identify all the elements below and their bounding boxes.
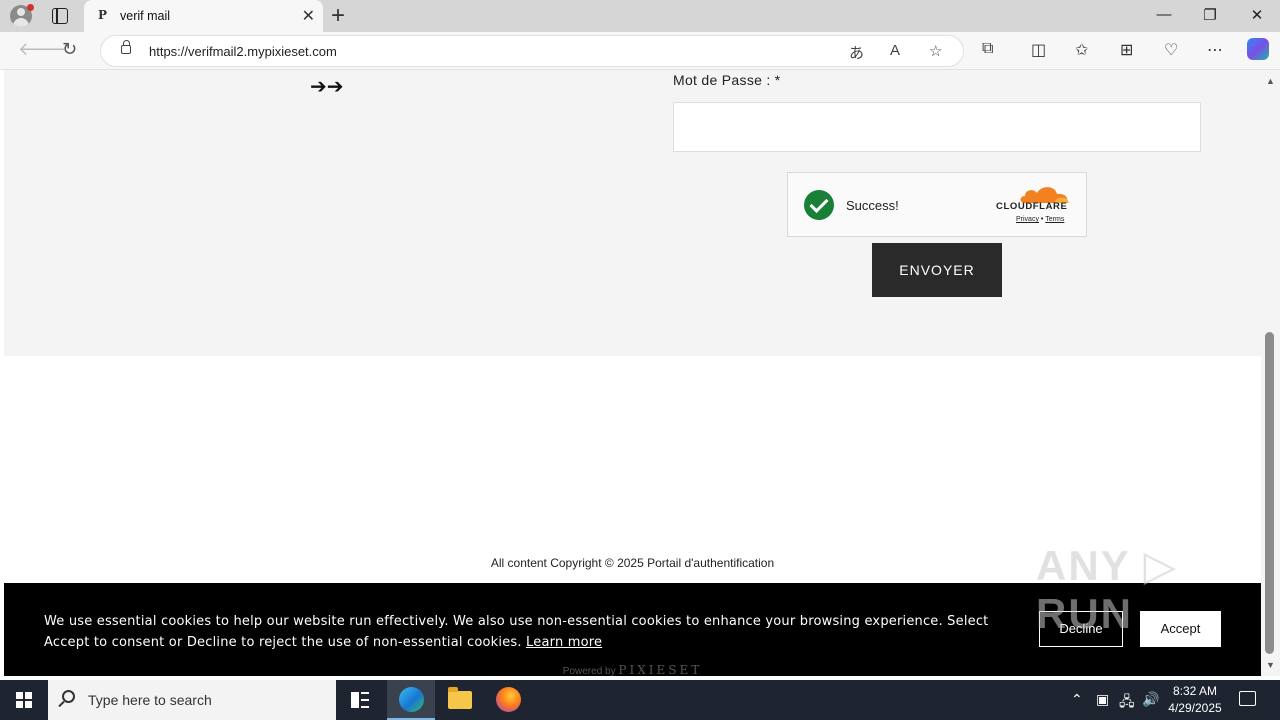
url-text[interactable]: https://verifmail2.mypixieset.com (149, 44, 337, 59)
notification-center-icon[interactable] (1239, 691, 1256, 706)
favorite-star-icon[interactable]: ☆ (929, 42, 942, 60)
pixieset-favicon-icon: P (98, 8, 108, 22)
network-icon[interactable]: 🖧 (1119, 691, 1135, 715)
taskbar-edge[interactable] (387, 680, 435, 720)
firefox-icon (496, 687, 521, 712)
password-label: Mot de Passe : * (673, 72, 781, 88)
folder-icon (448, 687, 472, 709)
copilot-icon[interactable] (1247, 38, 1269, 60)
password-input[interactable] (673, 102, 1201, 152)
powered-prefix: Powered by (562, 666, 619, 676)
lock-icon[interactable] (121, 40, 131, 54)
volume-icon[interactable]: 🔊 (1142, 691, 1159, 708)
address-bar[interactable]: https://verifmail2.mypixieset.com あ A ☆ (100, 35, 964, 67)
clock-date: 4/29/2025 (1168, 701, 1222, 715)
task-view-icon (351, 692, 369, 708)
extensions-icon[interactable]: ⧉ (982, 40, 993, 58)
collections-icon[interactable]: ⊞ (1120, 40, 1133, 60)
browser-tab-bar: P verif mail ✕ + — ❐ ✕ (0, 0, 1280, 32)
browser-essentials-icon[interactable]: ♡ (1164, 40, 1178, 60)
read-aloud-icon[interactable]: A (890, 42, 900, 59)
anyrun-watermark: ANY ▷ RUN (1036, 542, 1178, 637)
back-arrow-icon[interactable]: 🡐 (18, 39, 66, 60)
minimize-button[interactable]: — (1141, 6, 1187, 23)
envoyer-button[interactable]: ENVOYER (872, 243, 1002, 297)
split-screen-icon[interactable]: ◫ (1031, 40, 1046, 60)
captcha-status: Success! (846, 198, 899, 213)
edge-icon (399, 687, 424, 712)
success-check-icon (804, 190, 834, 220)
scroll-down-arrow-icon[interactable]: ▼ (1266, 660, 1275, 670)
clock-time: 8:32 AM (1172, 684, 1218, 698)
search-icon (62, 690, 75, 703)
tab-verif-mail[interactable]: P verif mail ✕ (84, 0, 323, 32)
favorites-icon[interactable]: ✩ (1075, 40, 1088, 60)
cookie-banner-text: We use essential cookies to help our web… (44, 611, 1014, 653)
restore-button[interactable]: ❐ (1187, 6, 1233, 24)
meet-now-icon[interactable]: ▣ (1096, 691, 1109, 708)
learn-more-link[interactable]: Learn more (526, 635, 602, 650)
tab-title: verif mail (120, 9, 171, 23)
close-window-button[interactable]: ✕ (1234, 6, 1280, 24)
captcha-terms-link[interactable]: Terms (1045, 216, 1064, 223)
close-tab-icon[interactable]: ✕ (302, 6, 315, 26)
refresh-icon[interactable]: ↻ (62, 39, 77, 60)
cloudflare-captcha-widget[interactable]: Success! CLOUDFLARE Privacy • Terms (787, 172, 1087, 237)
windows-start-icon[interactable] (16, 692, 32, 708)
pixieset-brand-link[interactable]: PIXIESET (618, 663, 702, 676)
more-menu-icon[interactable]: ⋯ (1207, 40, 1223, 60)
arrow-decoration: ➔➔ (310, 76, 344, 98)
login-form-section: ➔➔ Mot de Passe : * Success! CLOUDFLARE … (4, 70, 1261, 356)
new-tab-button[interactable]: + (331, 2, 345, 30)
page-scrollbar[interactable]: ▲ ▼ (1261, 70, 1280, 676)
taskbar-firefox[interactable] (484, 680, 532, 720)
powered-by-text: Powered by PIXIESET (4, 663, 1261, 676)
translate-icon[interactable]: あ (849, 42, 864, 63)
task-view-button[interactable] (336, 680, 384, 720)
profile-notification-dot (27, 4, 34, 11)
tab-actions-icon[interactable] (52, 8, 68, 24)
captcha-privacy-link[interactable]: Privacy (1016, 216, 1039, 223)
windows-taskbar: Type here to search ⌃ ▣ 🖧 🔊 8:32 AM 4/29… (0, 680, 1280, 720)
scroll-up-arrow-icon[interactable]: ▲ (1266, 76, 1275, 86)
captcha-links: Privacy • Terms (1016, 216, 1064, 223)
cookie-message: We use essential cookies to help our web… (44, 614, 989, 650)
taskbar-file-explorer[interactable] (436, 680, 484, 720)
cloudflare-logo-text: CLOUDFLARE (996, 201, 1068, 212)
scrollbar-thumb[interactable] (1265, 332, 1274, 654)
taskbar-clock[interactable]: 8:32 AM 4/29/2025 (1162, 683, 1228, 717)
taskbar-search-placeholder: Type here to search (88, 692, 212, 708)
show-hidden-icons-chevron-icon[interactable]: ⌃ (1071, 691, 1083, 708)
taskbar-search-box[interactable]: Type here to search (48, 680, 336, 720)
